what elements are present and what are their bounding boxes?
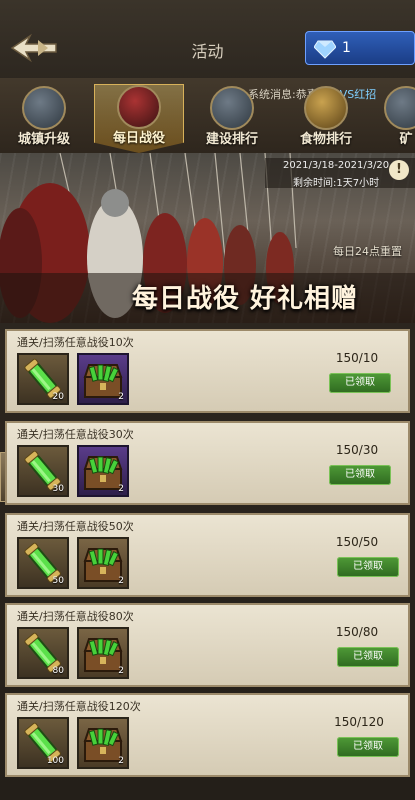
reward-count: 2 (118, 666, 124, 676)
claimed-button[interactable]: 已领取 (337, 647, 399, 667)
time-remaining: 剩余时间:1天7小时 (293, 178, 380, 189)
task-label: 通关/扫荡任意战役120次 (17, 700, 141, 713)
tab-daily-battle[interactable]: 每日战役 (94, 84, 184, 153)
info-icon[interactable]: ! (389, 160, 409, 180)
tab-label: 矿 (399, 132, 413, 147)
tab-label: 建设排行 (205, 132, 258, 147)
reward-potion[interactable]: 100 (17, 717, 69, 769)
reward-count: 2 (118, 392, 124, 402)
tab-label: 食物排行 (299, 132, 352, 147)
reward-chest[interactable]: 2 (77, 717, 129, 769)
task-label: 通关/扫荡任意战役80次 (17, 610, 134, 623)
reward-count: 80 (52, 666, 64, 676)
reward-chest[interactable]: 2 (77, 537, 129, 589)
reward-chest[interactable]: 2 (77, 445, 129, 497)
gem-count: 1 (342, 40, 351, 56)
hammer-icon (22, 86, 66, 130)
reward-potion[interactable]: 50 (17, 537, 69, 589)
reward-count: 2 (118, 576, 124, 586)
ore-icon (384, 86, 415, 130)
task-card: 通关/扫荡任意战役30次 30 2 150/30 已领取 (5, 421, 410, 505)
claimed-button[interactable]: 已领取 (337, 557, 399, 577)
helmet-icon (117, 85, 161, 129)
reward-potion[interactable]: 20 (17, 353, 69, 405)
event-date: 2021/3/18-2021/3/20 (283, 160, 390, 171)
claimed-button[interactable]: 已领取 (329, 465, 391, 485)
task-card: 通关/扫荡任意战役50次 50 2 150/50 已领取 (5, 513, 410, 597)
tab-mine-ranking[interactable]: 矿 (376, 86, 415, 152)
task-card: 通关/扫荡任意战役10次 20 2 150/10 已领取 (5, 329, 410, 413)
food-icon (304, 86, 348, 130)
task-progress: 150/80 (335, 625, 379, 639)
task-label: 通关/扫荡任意战役30次 (17, 428, 134, 441)
reward-count: 2 (118, 484, 124, 494)
task-card: 通关/扫荡任意战役80次 80 2 150/80 已领取 (5, 603, 410, 687)
claimed-button[interactable]: 已领取 (337, 737, 399, 757)
claimed-button[interactable]: 已领取 (329, 373, 391, 393)
gem-balance[interactable]: 1 (305, 31, 415, 65)
banner-slogan: 每日战役 好礼相赠 (132, 284, 359, 314)
tab-food-ranking[interactable]: 食物排行 (282, 86, 370, 152)
reward-potion[interactable]: 80 (17, 627, 69, 679)
reset-note: 每日24点重置 (333, 245, 402, 258)
tab-label: 每日战役 (112, 131, 165, 146)
task-progress: 150/50 (335, 535, 379, 549)
reward-potion[interactable]: 30 (17, 445, 69, 497)
diamond-icon (314, 40, 336, 59)
task-label: 通关/扫荡任意战役50次 (17, 520, 134, 533)
task-progress: 150/120 (334, 715, 384, 729)
tab-town-upgrade[interactable]: 城镇升级 (0, 86, 88, 152)
reward-chest[interactable]: 2 (77, 627, 129, 679)
task-card: 通关/扫荡任意战役120次 100 2 150/120 已领取 (5, 693, 410, 777)
tab-build-ranking[interactable]: 建设排行 (188, 86, 276, 152)
tools-icon (210, 86, 254, 130)
reward-chest[interactable]: 2 (77, 353, 129, 405)
task-progress: 150/30 (335, 443, 379, 457)
task-progress: 150/10 (335, 351, 379, 365)
tab-label: 城镇升级 (17, 132, 70, 147)
task-label: 通关/扫荡任意战役10次 (17, 336, 134, 349)
reward-count: 30 (52, 484, 64, 494)
reward-count: 50 (52, 576, 64, 586)
reward-count: 20 (52, 392, 64, 402)
reward-count: 100 (46, 756, 64, 766)
reward-count: 2 (118, 756, 124, 766)
